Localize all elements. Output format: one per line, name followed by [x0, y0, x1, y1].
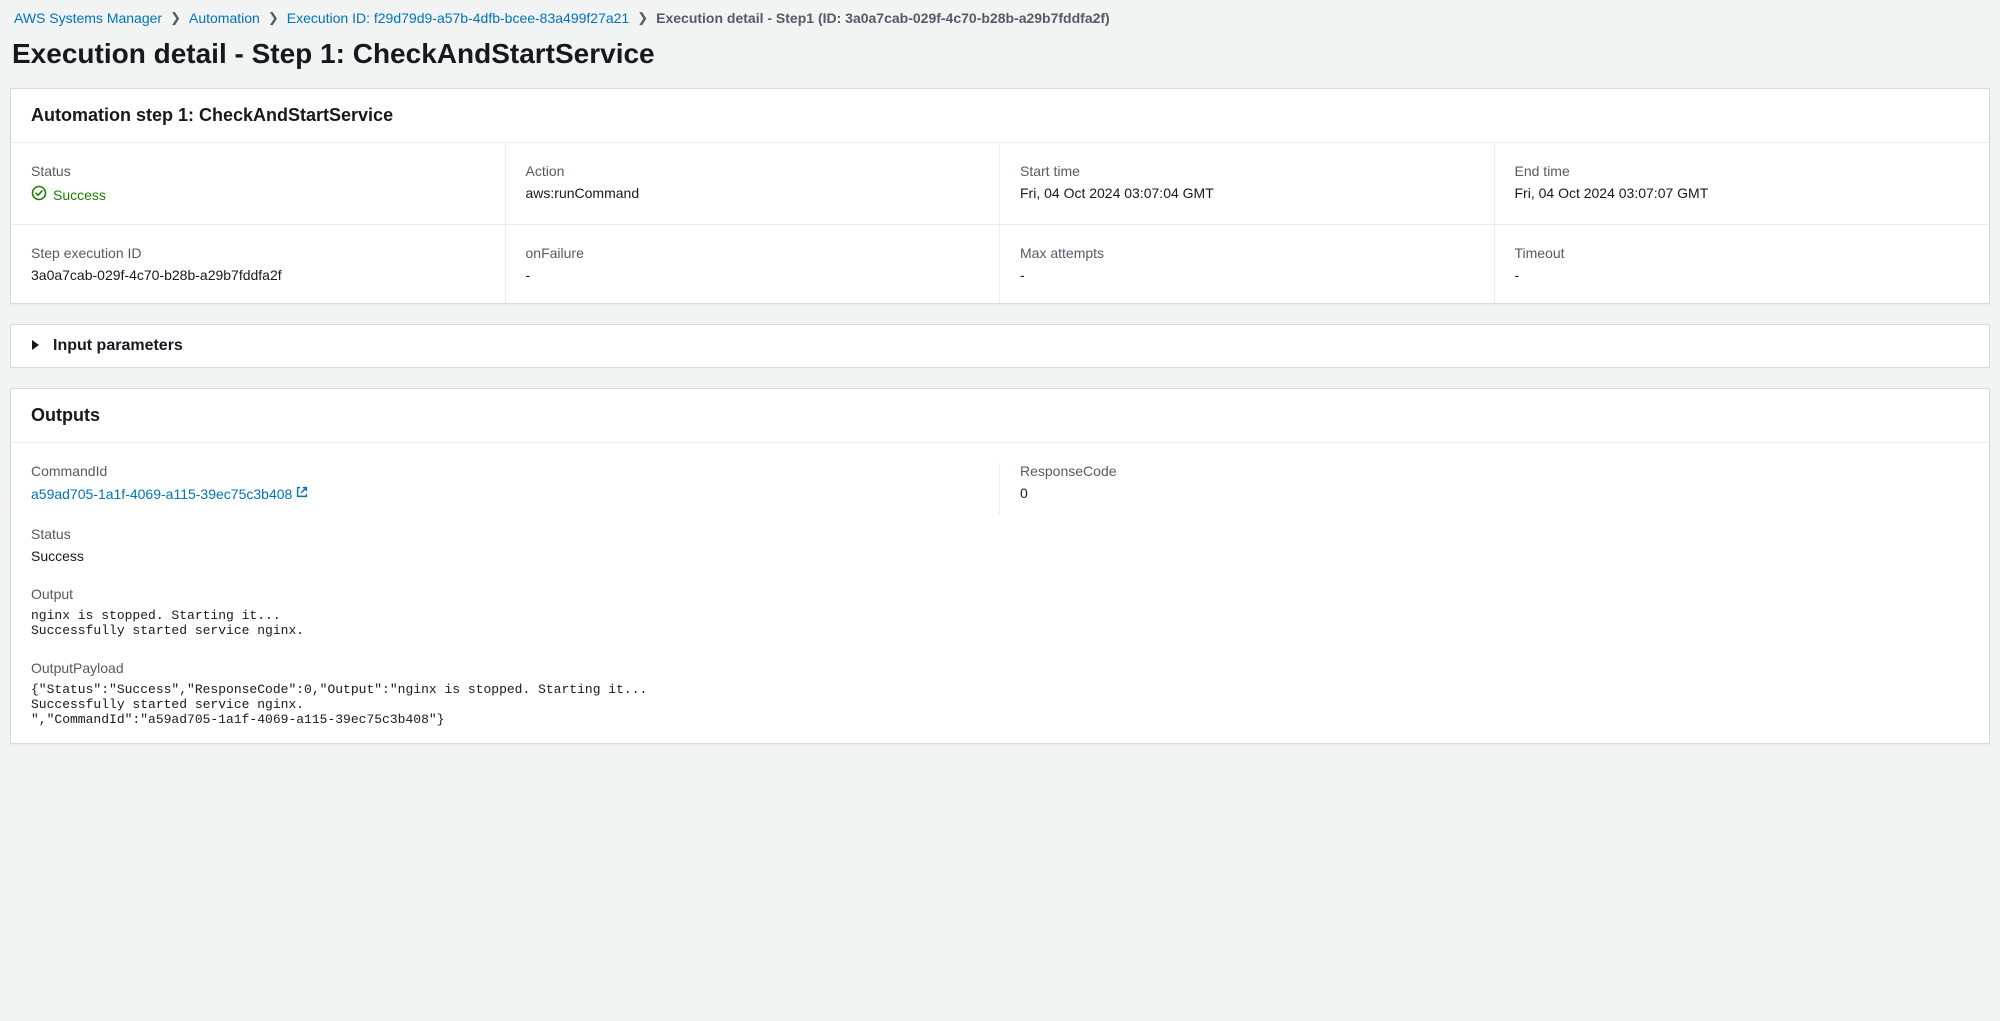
step-panel-title: Automation step 1: CheckAndStartService: [31, 105, 1969, 126]
value-responsecode: 0: [1020, 485, 1949, 501]
commandid-link[interactable]: a59ad705-1a1f-4069-a115-39ec75c3b408: [31, 485, 309, 502]
label-output: Output: [31, 586, 1969, 602]
label-commandid: CommandId: [31, 463, 979, 479]
label-output-status: Status: [31, 526, 1969, 542]
breadcrumb: AWS Systems Manager ❯ Automation ❯ Execu…: [10, 8, 1990, 32]
caret-right-icon: [31, 338, 41, 354]
status-value: Success: [53, 187, 106, 203]
value-output-status: Success: [31, 548, 1969, 564]
outputs-panel: Outputs CommandId a59ad705-1a1f-4069-a11…: [10, 388, 1990, 744]
label-onfailure: onFailure: [526, 245, 980, 261]
chevron-right-icon: ❯: [268, 10, 279, 26]
expand-toggle[interactable]: [31, 338, 41, 354]
status-badge: Success: [31, 185, 106, 204]
label-status: Status: [31, 163, 485, 179]
value-output-payload: {"Status":"Success","ResponseCode":0,"Ou…: [31, 682, 1969, 727]
input-parameters-title: Input parameters: [53, 337, 183, 355]
breadcrumb-link-systems-manager[interactable]: AWS Systems Manager: [14, 10, 162, 26]
value-step-execution-id: 3a0a7cab-029f-4c70-b28b-a29b7fddfa2f: [31, 267, 485, 283]
commandid-value: a59ad705-1a1f-4069-a115-39ec75c3b408: [31, 486, 292, 502]
label-action: Action: [526, 163, 980, 179]
external-link-icon: [295, 485, 309, 502]
outputs-title: Outputs: [31, 405, 1969, 426]
value-start-time: Fri, 04 Oct 2024 03:07:04 GMT: [1020, 185, 1474, 201]
check-circle-icon: [31, 185, 47, 204]
step-details-panel: Automation step 1: CheckAndStartService …: [10, 88, 1990, 304]
page-title: Execution detail - Step 1: CheckAndStart…: [10, 32, 1990, 88]
value-output: nginx is stopped. Starting it... Success…: [31, 608, 1969, 638]
label-responsecode: ResponseCode: [1020, 463, 1949, 479]
breadcrumb-link-execution-id[interactable]: Execution ID: f29d79d9-a57b-4dfb-bcee-83…: [287, 10, 629, 26]
value-end-time: Fri, 04 Oct 2024 03:07:07 GMT: [1515, 185, 1970, 201]
label-max-attempts: Max attempts: [1020, 245, 1474, 261]
value-timeout: -: [1515, 267, 1970, 283]
breadcrumb-link-automation[interactable]: Automation: [189, 10, 260, 26]
label-output-payload: OutputPayload: [31, 660, 1969, 676]
value-onfailure: -: [526, 267, 980, 283]
value-action: aws:runCommand: [526, 185, 980, 201]
chevron-right-icon: ❯: [170, 10, 181, 26]
breadcrumb-current: Execution detail - Step1 (ID: 3a0a7cab-0…: [656, 10, 1110, 26]
chevron-right-icon: ❯: [637, 10, 648, 26]
input-parameters-panel: Input parameters: [10, 324, 1990, 368]
label-start-time: Start time: [1020, 163, 1474, 179]
value-max-attempts: -: [1020, 267, 1474, 283]
label-timeout: Timeout: [1515, 245, 1970, 261]
label-step-execution-id: Step execution ID: [31, 245, 485, 261]
label-end-time: End time: [1515, 163, 1970, 179]
